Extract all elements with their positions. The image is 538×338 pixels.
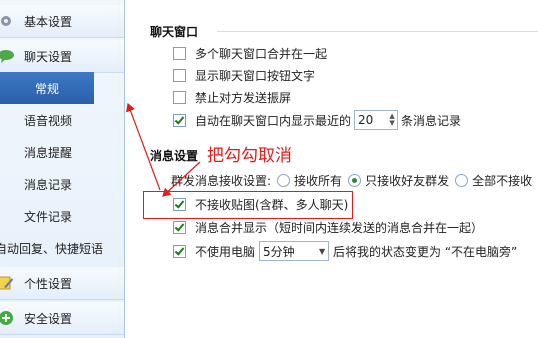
chevron-down-icon: ▼ (318, 246, 326, 256)
annotation-highlight-box (143, 191, 353, 219)
option-idle-status[interactable]: 不使用电脑 5分钟 ▼ 后将我的状态变更为 “不在电脑旁” (173, 241, 517, 261)
option-label: 不使用电脑 (195, 244, 256, 259)
show-button-text-checkbox[interactable] (173, 69, 186, 82)
radio-label: 只接收好友群发 (365, 174, 450, 188)
option-label: 自动在聊天窗口内显示最近的 (195, 113, 352, 128)
settings-sidebar: 基本设置 聊天设置 常规 语音视频 消息提醒 消息记录 文件记录 自动回复、快捷… (0, 0, 125, 338)
sidebar-item-label: 自动回复、快捷短语 (0, 241, 104, 256)
idle-time-select[interactable]: 5分钟 ▼ (259, 241, 330, 261)
section-title-chat-window: 聊天窗口 (150, 25, 199, 39)
sidebar-item-label: 消息提醒 (24, 145, 73, 160)
option-block-shake[interactable]: 禁止对方发送振屏 (173, 89, 291, 106)
option-label: 禁止对方发送振屏 (195, 91, 292, 105)
sidebar-category-basic[interactable]: 基本设置 (0, 5, 124, 38)
option-label: 后将我的状态变更为 “不在电脑旁” (333, 244, 518, 259)
option-show-button-text[interactable]: 显示聊天窗口按钮文字 (173, 67, 315, 84)
sidebar-category-label: 安全设置 (24, 311, 73, 326)
sidebar-item-general[interactable]: 常规 (0, 72, 94, 104)
option-label: 显示聊天窗口按钮文字 (195, 69, 316, 83)
idle-status-checkbox[interactable] (173, 244, 186, 258)
sidebar-category-personal[interactable]: 个性设置 (0, 267, 124, 300)
option-merge-display[interactable]: 消息合并显示（短时间内连续发送的消息合并在一起） (173, 219, 483, 236)
sidebar-item-label: 消息记录 (24, 177, 73, 192)
chat-bubble-icon (0, 50, 14, 63)
sidebar-item-auto-reply[interactable]: 自动回复、快捷短语 (0, 232, 124, 264)
radio-receive-none[interactable] (455, 174, 469, 187)
option-merge-windows[interactable]: 多个聊天窗口合并在一起 (173, 45, 327, 62)
sidebar-category-label: 基本设置 (24, 14, 73, 29)
sidebar-category-chat[interactable]: 聊天设置 (0, 40, 124, 73)
option-label: 条消息记录 (401, 113, 462, 128)
sidebar-category-label: 聊天设置 (24, 49, 73, 64)
option-show-recent[interactable]: 自动在聊天窗口内显示最近的 20 ▲ ▼ 条消息记录 (173, 110, 461, 130)
recent-count-stepper[interactable]: 20 ▲ ▼ (354, 110, 399, 130)
pencil-icon (0, 276, 13, 290)
sidebar-category-label: 个性设置 (24, 276, 73, 291)
stepper-value: 20 (358, 113, 374, 127)
option-label: 消息合并显示（短时间内连续发送的消息合并在一起） (195, 221, 484, 235)
sidebar-item-label: 文件记录 (24, 209, 73, 224)
settings-content: 聊天窗口 多个聊天窗口合并在一起 显示聊天窗口按钮文字 禁止对方发送振屏 自动在… (125, 0, 538, 338)
select-value: 5分钟 (263, 244, 295, 259)
shield-plus-icon (0, 311, 13, 325)
block-shake-checkbox[interactable] (173, 91, 186, 104)
radio-friends-only[interactable] (348, 174, 362, 187)
sidebar-item-label: 常规 (34, 81, 59, 96)
radio-label: 全部不接收 (472, 174, 533, 188)
merge-display-checkbox[interactable] (173, 221, 186, 234)
group-message-label: 群发消息接收设置: (171, 174, 272, 188)
stepper-arrows-icon[interactable]: ▲ ▼ (387, 113, 397, 127)
radio-receive-all[interactable] (277, 174, 291, 187)
gear-icon (1, 16, 11, 26)
annotation-label: 把勾勾取消 (207, 146, 292, 166)
option-label: 多个聊天窗口合并在一起 (195, 47, 328, 61)
section-title-message-settings: 消息设置 (150, 149, 199, 163)
sidebar-category-security[interactable]: 安全设置 (0, 302, 124, 335)
merge-windows-checkbox[interactable] (173, 47, 186, 60)
radio-label: 接收所有 (294, 174, 343, 188)
show-recent-checkbox[interactable] (173, 113, 186, 127)
group-message-setting: 群发消息接收设置: 接收所有 只接收好友群发 全部不接收 (171, 172, 532, 189)
sidebar-item-label: 语音视频 (24, 113, 73, 128)
section-divider (217, 31, 538, 32)
